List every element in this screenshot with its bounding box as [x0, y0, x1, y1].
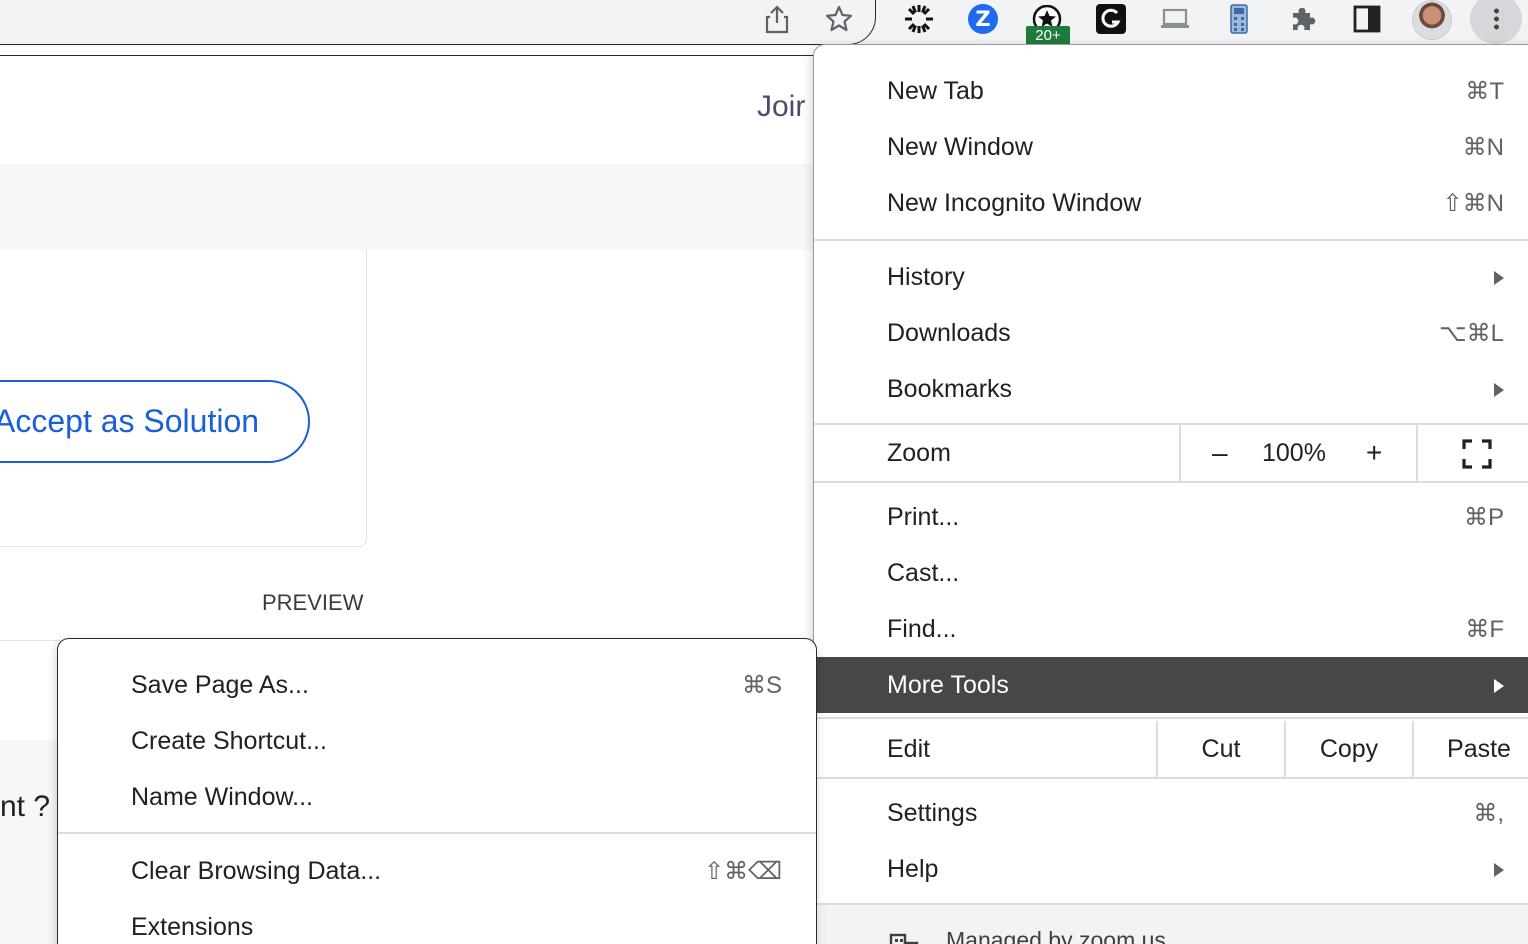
edit-label: Edit: [887, 735, 931, 763]
menu-item-label: Downloads: [887, 319, 1011, 347]
submenu-arrow-icon: [1494, 383, 1504, 397]
menu-item-cast[interactable]: Cast...: [814, 545, 1528, 601]
accept-solution-label: Accept as Solution: [0, 403, 260, 439]
side-strip: [0, 740, 60, 944]
side-panel-icon[interactable]: [1350, 2, 1384, 36]
menu-separator: [814, 777, 1528, 779]
extensions-puzzle-icon[interactable]: [1286, 2, 1320, 36]
svg-text:Z: Z: [975, 7, 990, 31]
menu-item-new-incognito[interactable]: New Incognito Window ⇧⌘N: [814, 175, 1528, 231]
menu-item-shortcut: ⌘T: [1465, 78, 1504, 105]
grammarly-extension-icon[interactable]: [1094, 2, 1128, 36]
preview-label[interactable]: PREVIEW: [262, 590, 363, 616]
menu-item-shortcut: ⌘F: [1465, 616, 1504, 643]
menu-separator: [58, 832, 816, 834]
managed-by-notice[interactable]: Managed by zoom.us: [814, 905, 1528, 944]
fullscreen-button[interactable]: [1416, 425, 1528, 481]
join-link[interactable]: Joir: [757, 90, 805, 124]
cut-label: Cut: [1201, 734, 1241, 763]
bookmark-star-icon[interactable]: [822, 2, 856, 36]
share-icon[interactable]: [760, 2, 794, 36]
menu-item-label: History: [887, 263, 965, 291]
building-icon: [889, 933, 919, 944]
menu-item-shortcut: ⌘P: [1463, 504, 1504, 531]
header-band: [0, 164, 820, 250]
extension-badge: 20+: [1026, 26, 1070, 45]
menu-item-settings[interactable]: Settings ⌘,: [814, 785, 1528, 841]
zoom-out-button[interactable]: –: [1212, 437, 1228, 469]
menu-item-downloads[interactable]: Downloads ⌥⌘L: [814, 305, 1528, 361]
menu-item-label: New Incognito Window: [887, 189, 1142, 217]
menu-item-label: New Window: [887, 133, 1033, 161]
cut-button[interactable]: Cut: [1156, 721, 1284, 777]
chrome-main-menu: New Tab ⌘T New Window ⌘N New Incognito W…: [813, 44, 1528, 944]
zoom-in-button[interactable]: +: [1366, 437, 1382, 469]
copy-label: Copy: [1319, 734, 1379, 763]
submenu-arrow-icon: [1494, 679, 1504, 693]
zoom-level: 100%: [1262, 439, 1326, 467]
submenu-arrow-icon: [1494, 271, 1504, 285]
submenu-item-create-shortcut[interactable]: Create Shortcut...: [58, 713, 816, 769]
accept-solution-button[interactable]: Accept as Solution: [0, 380, 310, 463]
menu-item-history[interactable]: History: [814, 249, 1528, 305]
menu-item-label: Clear Browsing Data...: [131, 857, 382, 885]
menu-item-label: Name Window...: [131, 783, 314, 811]
managed-label: Managed by zoom.us: [946, 927, 1166, 944]
menu-separator: [814, 717, 1528, 719]
sunburst-extension-icon[interactable]: [902, 2, 936, 36]
menu-item-shortcut: ⌘,: [1473, 800, 1504, 827]
menu-item-label: Settings: [887, 799, 978, 827]
menu-item-label: Cast...: [887, 559, 960, 587]
menu-item-label: Save Page As...: [131, 671, 309, 699]
menu-item-print[interactable]: Print... ⌘P: [814, 489, 1528, 545]
submenu-item-name-window[interactable]: Name Window...: [58, 769, 816, 825]
browser-toolbar: Z 20+: [0, 0, 1528, 46]
menu-separator: [814, 239, 1528, 241]
zoom-extension-icon[interactable]: Z: [966, 2, 1000, 36]
menu-item-label: Create Shortcut...: [131, 727, 327, 755]
menu-item-find[interactable]: Find... ⌘F: [814, 601, 1528, 657]
menu-item-shortcut: ⇧⌘N: [1442, 190, 1504, 217]
submenu-arrow-icon: [1494, 863, 1504, 877]
menu-item-new-tab[interactable]: New Tab ⌘T: [814, 63, 1528, 119]
menu-item-label: Print...: [887, 503, 960, 531]
partial-heading: nt ?: [0, 790, 51, 823]
menu-item-label: Find...: [887, 615, 957, 643]
menu-item-label: New Tab: [887, 77, 984, 105]
copy-button[interactable]: Copy: [1284, 721, 1412, 777]
more-vert-icon[interactable]: [1470, 0, 1522, 44]
menu-item-label: Bookmarks: [887, 375, 1013, 403]
submenu-item-clear-browsing-data[interactable]: Clear Browsing Data... ⇧⌘⌫: [58, 843, 816, 899]
menu-item-new-window[interactable]: New Window ⌘N: [814, 119, 1528, 175]
menu-item-more-tools[interactable]: More Tools: [814, 657, 1528, 713]
zoom-label: Zoom: [887, 439, 951, 467]
submenu-item-save-page[interactable]: Save Page As... ⌘S: [58, 657, 816, 713]
paste-label: Paste: [1447, 734, 1511, 763]
divider: [0, 640, 60, 641]
menu-item-label: More Tools: [887, 671, 1009, 699]
menu-item-bookmarks[interactable]: Bookmarks: [814, 361, 1528, 417]
profile-avatar[interactable]: [1412, 0, 1452, 40]
menu-item-label: Help: [887, 855, 939, 883]
menu-item-label: Extensions: [131, 913, 254, 941]
menu-item-shortcut: ⌘S: [741, 672, 782, 699]
menu-item-shortcut: ⌥⌘L: [1438, 320, 1504, 347]
edit-row: Edit Cut Copy Paste: [814, 721, 1528, 777]
menu-item-shortcut: ⌘N: [1462, 134, 1504, 161]
more-tools-submenu: Save Page As... ⌘S Create Shortcut... Na…: [57, 638, 817, 944]
fullscreen-icon: [1462, 439, 1492, 469]
address-bar[interactable]: [0, 0, 876, 45]
paste-button[interactable]: Paste: [1412, 721, 1528, 777]
zoom-row: Zoom – 100% +: [814, 425, 1528, 481]
submenu-item-extensions[interactable]: Extensions: [58, 899, 816, 944]
laptop-icon[interactable]: [1158, 2, 1192, 36]
calculator-icon[interactable]: [1222, 2, 1256, 36]
menu-item-shortcut: ⇧⌘⌫: [703, 858, 782, 885]
menu-separator: [814, 481, 1528, 483]
menu-item-help[interactable]: Help: [814, 841, 1528, 897]
